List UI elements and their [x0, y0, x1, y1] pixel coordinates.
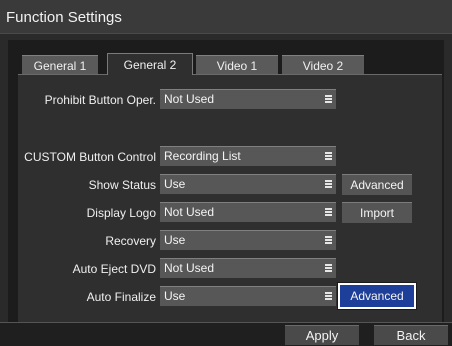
recovery-value: Use [164, 233, 186, 247]
tab-general-1[interactable]: General 1 [22, 55, 98, 75]
custom-button-control-select[interactable]: Recording List [160, 146, 336, 166]
tab-video-2[interactable]: Video 2 [282, 55, 364, 75]
apply-button[interactable]: Apply [285, 325, 359, 345]
display-logo-value: Not Used [164, 205, 215, 219]
display-logo-label: Display Logo [86, 206, 156, 220]
auto-finalize-select[interactable]: Use [160, 286, 336, 306]
list-arrow-icon [325, 152, 332, 161]
window-title: Function Settings [6, 9, 122, 26]
auto-finalize-advanced-button[interactable]: Advanced [337, 282, 417, 310]
function-settings-window: Function Settings General 1 General 2 Vi… [0, 0, 452, 346]
show-status-value: Use [164, 177, 186, 191]
show-status-label: Show Status [88, 178, 156, 192]
display-logo-select[interactable]: Not Used [160, 202, 336, 222]
list-arrow-icon [325, 180, 332, 189]
show-status-select[interactable]: Use [160, 174, 336, 194]
custom-button-control-value: Recording List [164, 149, 241, 163]
tab-general-2[interactable]: General 2 [107, 53, 193, 75]
prohibit-button-oper-select[interactable]: Not Used [160, 89, 336, 109]
auto-eject-dvd-label: Auto Eject DVD [72, 262, 156, 276]
title-bar: Function Settings [0, 0, 452, 34]
auto-finalize-label: Auto Finalize [86, 290, 156, 304]
prohibit-button-oper-value: Not Used [164, 92, 215, 106]
tab-video-1[interactable]: Video 1 [196, 55, 278, 75]
auto-finalize-value: Use [164, 289, 186, 303]
list-arrow-icon [325, 95, 332, 104]
show-status-advanced-button[interactable]: Advanced [342, 174, 412, 195]
list-arrow-icon [325, 236, 332, 245]
list-arrow-icon [325, 292, 332, 301]
list-arrow-icon [325, 208, 332, 217]
auto-eject-dvd-select[interactable]: Not Used [160, 258, 336, 278]
display-logo-import-button[interactable]: Import [342, 202, 412, 223]
back-button[interactable]: Back [374, 325, 448, 345]
recovery-select[interactable]: Use [160, 230, 336, 250]
list-arrow-icon [325, 264, 332, 273]
custom-button-control-label: CUSTOM Button Control [24, 150, 156, 164]
auto-eject-dvd-value: Not Used [164, 261, 215, 275]
recovery-label: Recovery [105, 234, 156, 248]
prohibit-button-oper-label: Prohibit Button Oper. [44, 93, 156, 107]
